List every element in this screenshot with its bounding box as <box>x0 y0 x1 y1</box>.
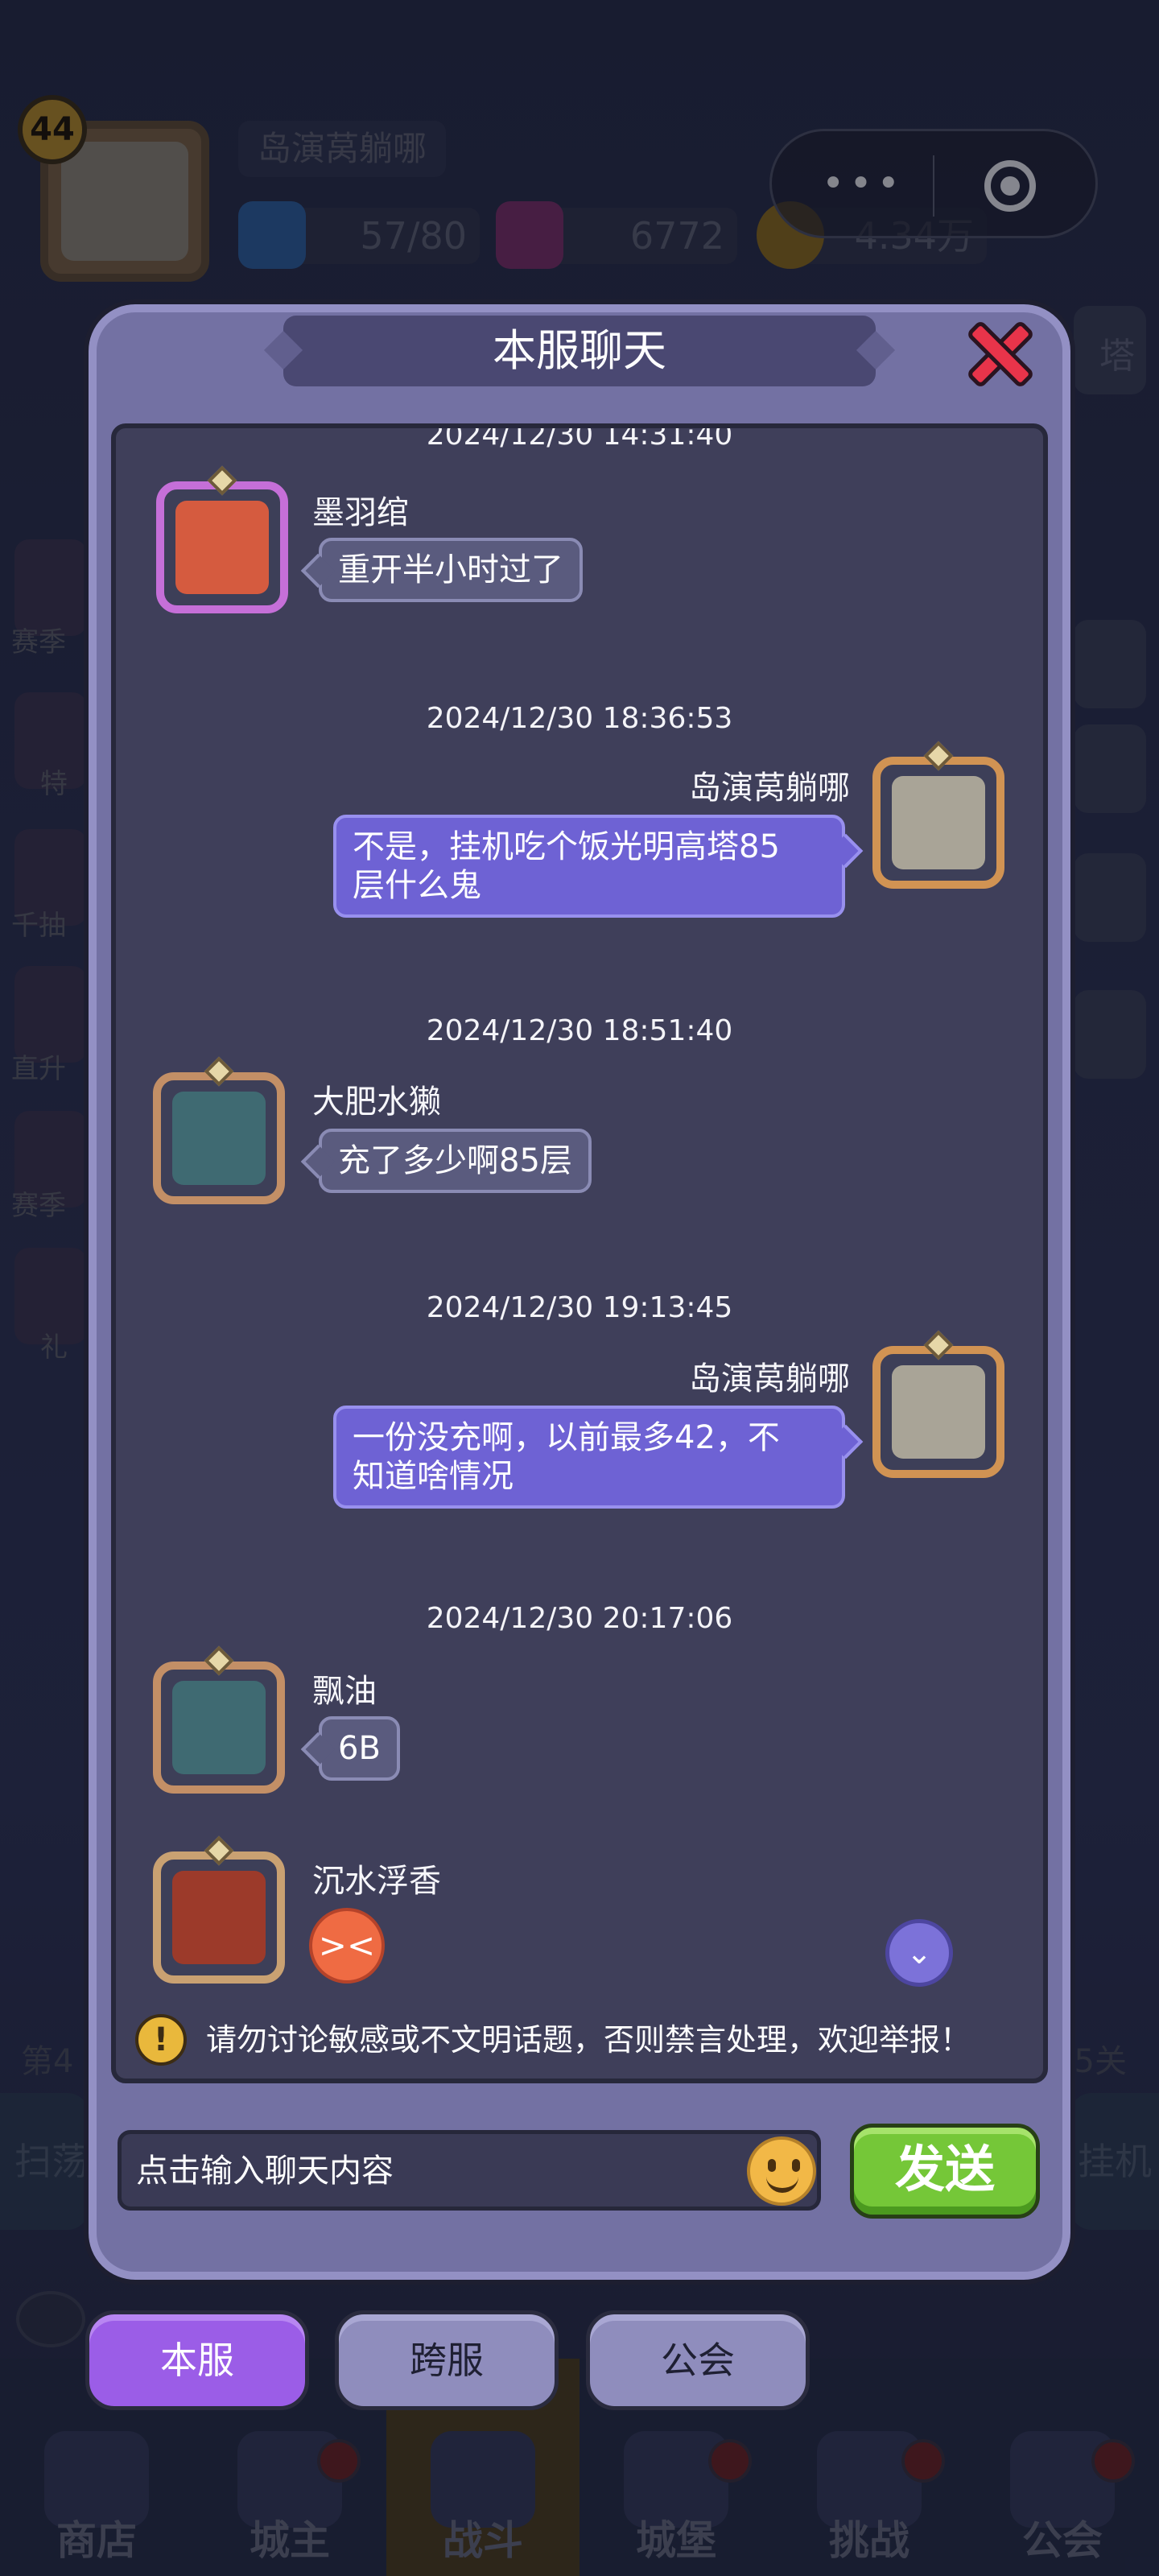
message-timestamp: 2024/12/30 18:36:53 <box>426 702 733 735</box>
sender-name: 大肥水獭 <box>312 1084 441 1121</box>
chat-rules-notice: 请勿讨论敏感或不文明话题，否则禁言处理，欢迎举报！ <box>206 2022 971 2058</box>
message-text: 充了多少啊85层 <box>338 1142 572 1179</box>
sender-name: 岛演莴躺哪 <box>689 1360 850 1397</box>
sender-name: 岛演莴躺哪 <box>689 770 850 807</box>
message-bubble: 不是，挂机吃个饭光明高塔85 层什么鬼 <box>333 815 845 918</box>
message-text-line: 一份没充啊，以前最多42，不 <box>353 1419 780 1456</box>
message-text-line: 知道啥情况 <box>353 1458 514 1495</box>
my-avatar[interactable] <box>872 1346 1004 1478</box>
sender-avatar[interactable] <box>156 481 288 613</box>
message-timestamp: 2024/12/30 18:51:40 <box>426 1014 733 1047</box>
my-avatar[interactable] <box>872 757 1004 889</box>
send-button[interactable]: 发送 <box>850 2124 1040 2219</box>
close-icon[interactable] <box>963 317 1037 391</box>
message-timestamp: 2024/12/30 20:17:06 <box>426 1602 733 1635</box>
message-text-line: 层什么鬼 <box>353 867 481 904</box>
message-bubble: 6B <box>319 1716 400 1781</box>
message-text-line: 不是，挂机吃个饭光明高塔85 <box>353 828 780 865</box>
sender-name: 沉水浮香 <box>312 1863 441 1900</box>
chat-input[interactable] <box>134 2134 701 2208</box>
sender-name: 墨羽绾 <box>312 494 409 531</box>
emoji-picker-icon[interactable] <box>747 2136 816 2206</box>
message-timestamp: 2024/12/30 19:13:45 <box>426 1291 733 1324</box>
chat-input-box[interactable] <box>118 2130 821 2211</box>
sender-avatar[interactable] <box>153 1072 285 1204</box>
message-timestamp: 2024/12/30 14:31:40 <box>426 423 733 452</box>
sender-avatar[interactable] <box>153 1852 285 1984</box>
sender-name: 飘油 <box>312 1673 377 1710</box>
tab-guild-chat[interactable]: 公会 <box>586 2310 810 2410</box>
tab-cross-server-chat[interactable]: 跨服 <box>335 2310 559 2410</box>
dialog-title: 本服聊天 <box>493 325 666 376</box>
chat-message-list[interactable]: 2024/12/30 14:31:40 墨羽绾 重开半小时过了 2024/12/… <box>111 423 1048 2083</box>
angry-face-sticker: >< <box>309 1908 385 1984</box>
tab-server-chat[interactable]: 本服 <box>85 2310 309 2410</box>
warning-icon: ! <box>135 2014 187 2066</box>
message-bubble: 充了多少啊85层 <box>319 1129 592 1193</box>
message-text: 重开半小时过了 <box>338 551 563 588</box>
sender-avatar[interactable] <box>153 1662 285 1794</box>
message-bubble: 重开半小时过了 <box>319 538 583 602</box>
scroll-to-bottom-icon[interactable]: ⌄ <box>885 1919 953 1987</box>
message-bubble: 一份没充啊，以前最多42，不 知道啥情况 <box>333 1406 845 1509</box>
message-text: 6B <box>338 1730 381 1767</box>
